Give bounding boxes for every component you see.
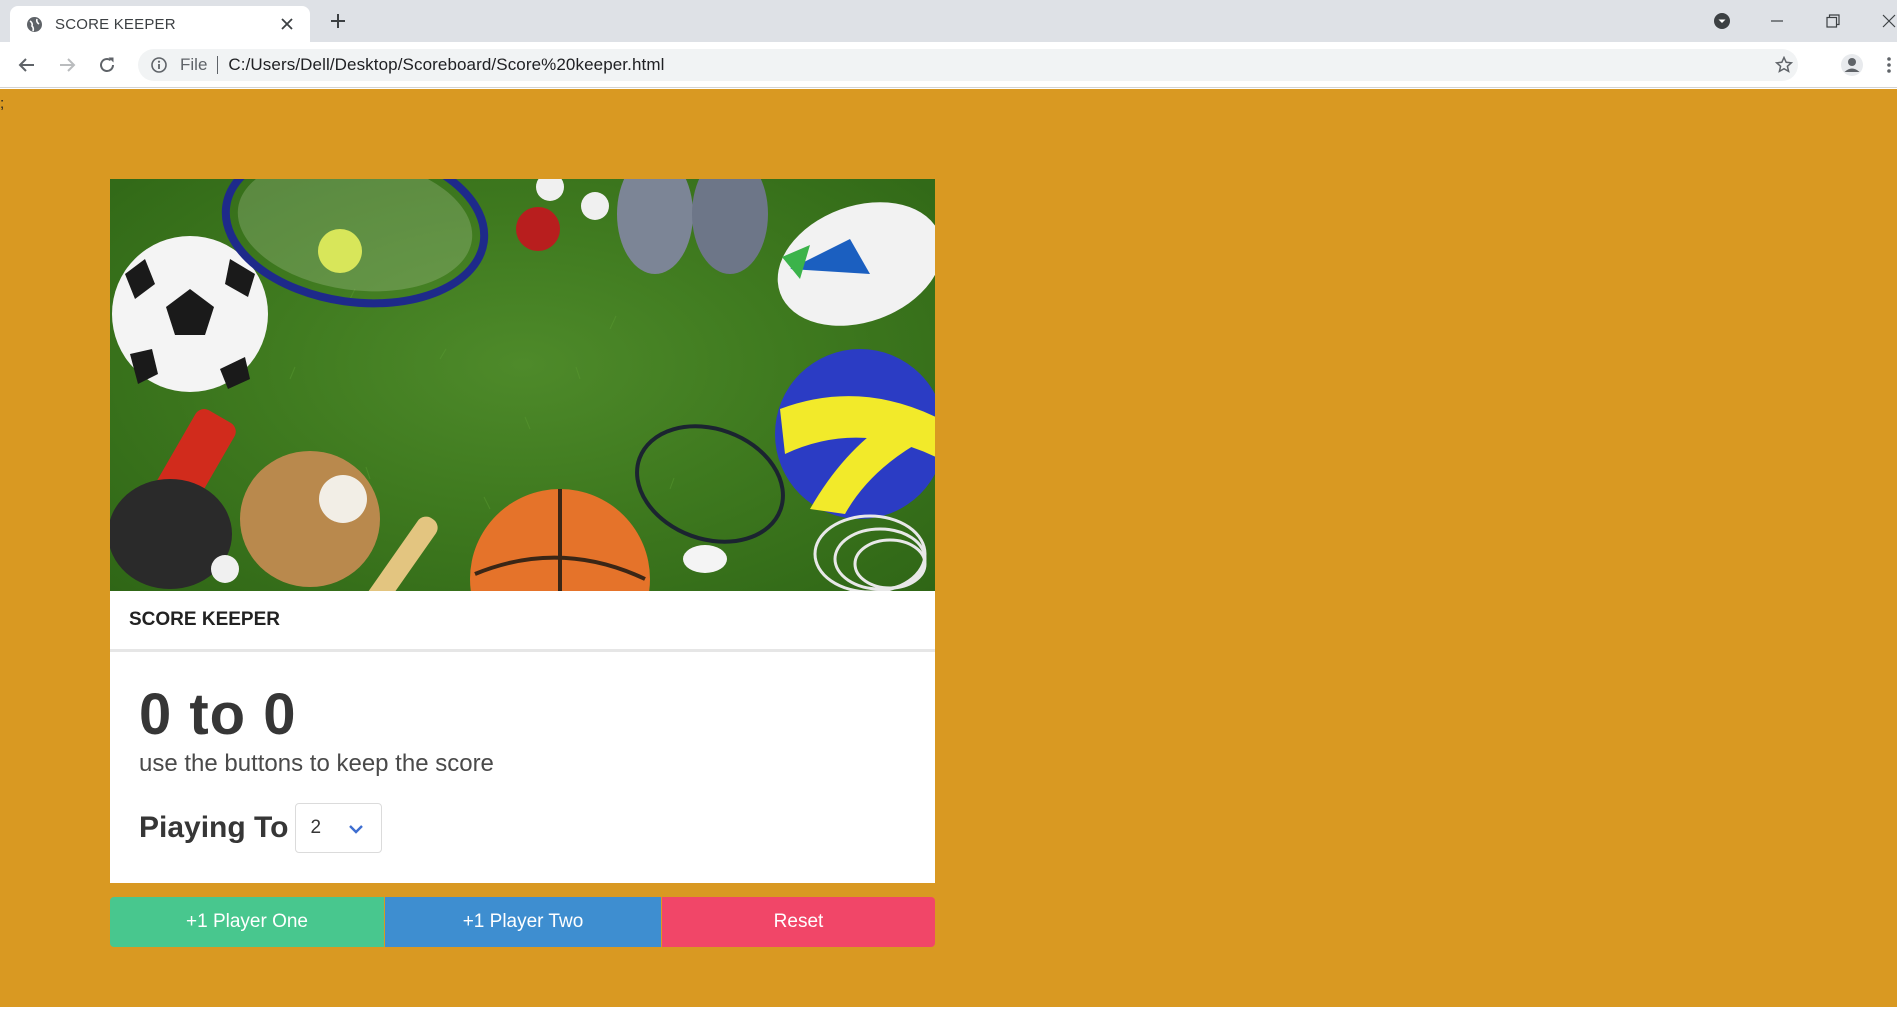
file-scheme-label: File — [180, 55, 208, 74]
instructions-text: use the buttons to keep the score — [139, 750, 494, 777]
reset-button[interactable]: Reset — [662, 897, 935, 947]
playing-to-value: 2 — [310, 817, 322, 838]
tab-title: SCORE KEEPER — [55, 15, 176, 33]
arrow-right-icon[interactable] — [53, 51, 81, 79]
reload-icon[interactable] — [93, 51, 121, 79]
card-content: 0 to 0 use the buttons to keep the score… — [110, 652, 935, 883]
close-icon[interactable] — [276, 13, 298, 35]
playing-to-label: Piaying To — [139, 811, 289, 844]
minimize-icon[interactable] — [1754, 0, 1800, 42]
chevron-down-icon — [347, 820, 365, 838]
stray-text: ; — [0, 95, 5, 112]
player-one-button[interactable]: +1 Player One — [110, 897, 384, 947]
score-buttons: +1 Player One +1 Player Two Reset — [110, 897, 935, 947]
url-text[interactable]: C:/Users/Dell/Desktop/Scoreboard/Score%2… — [228, 55, 664, 75]
browser-toolbar: File C:/Users/Dell/Desktop/Scoreboard/Sc… — [0, 42, 1897, 88]
separator — [217, 56, 219, 74]
page-body: ; SCORE KEEPER 0 to 0 use the buttons to… — [0, 89, 1897, 1007]
browser-tab[interactable]: SCORE KEEPER — [10, 6, 310, 42]
address-bar[interactable]: File C:/Users/Dell/Desktop/Scoreboard/Sc… — [138, 49, 1798, 81]
card-header-title: SCORE KEEPER — [110, 591, 935, 652]
info-icon[interactable] — [150, 56, 168, 74]
star-icon[interactable] — [1770, 51, 1798, 79]
globe-icon — [26, 16, 43, 33]
close-icon[interactable] — [1866, 0, 1897, 42]
kebab-menu-icon[interactable] — [1882, 51, 1896, 79]
sports-equipment-image — [110, 179, 935, 591]
arrow-left-icon[interactable] — [13, 51, 41, 79]
playing-to-select[interactable]: 2 — [295, 803, 383, 853]
plus-icon[interactable] — [325, 8, 351, 34]
user-icon[interactable] — [1838, 51, 1866, 79]
score-card: SCORE KEEPER 0 to 0 use the buttons to k… — [110, 179, 935, 883]
chevron-down-circle-icon[interactable] — [1699, 0, 1745, 42]
player-two-button[interactable]: +1 Player Two — [385, 897, 661, 947]
playing-to-row: Piaying To 2 — [139, 803, 906, 853]
score-display: 0 to 0 — [139, 682, 297, 747]
tab-strip: SCORE KEEPER — [0, 0, 1897, 42]
restore-icon[interactable] — [1810, 0, 1856, 42]
